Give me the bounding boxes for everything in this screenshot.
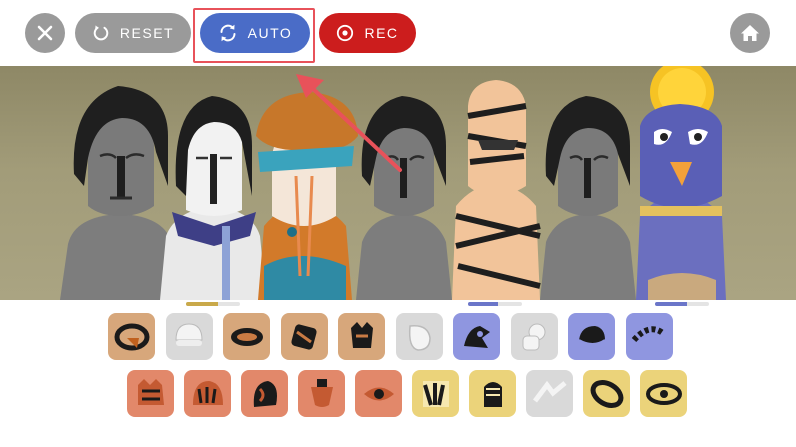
sound-icon-voice-yellow-3[interactable] — [583, 370, 630, 417]
orange-turban-character[interactable] — [256, 92, 358, 300]
sound-icon-melody-orange-1[interactable] — [127, 370, 174, 417]
sound-icon-effect-gray-1[interactable] — [510, 313, 558, 360]
white-face-character[interactable] — [160, 96, 266, 300]
sound-icon-melody-orange-4[interactable] — [298, 370, 345, 417]
melody-orange-3-icon — [253, 380, 277, 407]
effect-gray-1-icon — [522, 323, 546, 350]
sound-icon-beat-orange-3[interactable] — [280, 313, 328, 360]
reset-icon — [93, 25, 109, 41]
beat-orange-1-icon — [114, 323, 149, 350]
sound-icon-beat-orange-2[interactable] — [223, 313, 270, 360]
reset-label: RESET — [119, 25, 175, 41]
close-icon — [37, 25, 53, 41]
character-stage — [0, 66, 796, 300]
beat-orange-4-icon — [350, 321, 373, 348]
slot-progress-bar — [186, 302, 240, 306]
rec-button[interactable]: REC — [319, 13, 416, 53]
beat-orange-3-icon — [291, 323, 317, 350]
mummy-character[interactable] — [452, 80, 541, 300]
sound-icon-effect-blue-1[interactable] — [453, 313, 500, 360]
home-button[interactable] — [730, 13, 770, 53]
gray-character-3[interactable] — [540, 96, 636, 300]
sound-icon-voice-yellow-2[interactable] — [469, 370, 516, 417]
voice-yellow-1-icon — [422, 380, 449, 407]
horus-character[interactable] — [636, 66, 726, 300]
home-icon — [741, 25, 759, 41]
melody-orange-2-icon — [192, 380, 223, 405]
top-toolbar: RESET AUTO REC — [0, 0, 796, 66]
sound-icon-beat-orange-4[interactable] — [338, 313, 385, 360]
sound-icon-effect-blue-2[interactable] — [568, 313, 615, 360]
sound-icon-melody-orange-5[interactable] — [355, 370, 402, 417]
sound-icon-melody-orange-3[interactable] — [241, 370, 288, 417]
beat-gray-1-icon — [175, 322, 203, 346]
melody-orange-5-icon — [363, 387, 394, 400]
stage-scene — [60, 66, 726, 300]
auto-button[interactable]: AUTO — [200, 13, 310, 53]
beat-orange-2-icon — [230, 327, 263, 346]
close-button[interactable] — [25, 13, 65, 53]
slot-progress-bar — [655, 302, 709, 306]
beat-gray-2-icon — [408, 324, 431, 351]
sync-icon — [220, 24, 236, 42]
sound-icon-beat-gray-1[interactable] — [165, 313, 213, 360]
sound-icon-voice-gray-1[interactable] — [526, 370, 573, 417]
voice-yellow-3-icon — [590, 379, 623, 408]
melody-orange-1-icon — [137, 378, 164, 405]
effect-blue-1-icon — [463, 325, 490, 348]
sound-icon-beat-gray-2[interactable] — [395, 313, 443, 360]
record-icon — [337, 24, 354, 42]
sound-icon-voice-yellow-1[interactable] — [412, 370, 459, 417]
sound-icon-effect-blue-3[interactable] — [625, 313, 673, 360]
effect-blue-3-icon — [631, 325, 666, 342]
gray-character-2[interactable] — [356, 96, 452, 300]
voice-yellow-2-icon — [483, 381, 502, 407]
melody-orange-4-icon — [310, 378, 333, 407]
sound-icon-beat-orange-1[interactable] — [108, 313, 155, 360]
voice-yellow-4-icon — [645, 382, 682, 405]
voice-gray-1-icon — [532, 380, 567, 402]
reset-button[interactable]: RESET — [75, 13, 191, 53]
gray-character-1[interactable] — [60, 86, 180, 300]
rec-label: REC — [364, 25, 399, 41]
sound-icon-melody-orange-2[interactable] — [184, 370, 231, 417]
slot-progress-bar — [468, 302, 522, 306]
sound-icon-voice-yellow-4[interactable] — [640, 370, 687, 417]
effect-blue-2-icon — [578, 325, 606, 345]
auto-label: AUTO — [247, 25, 293, 41]
